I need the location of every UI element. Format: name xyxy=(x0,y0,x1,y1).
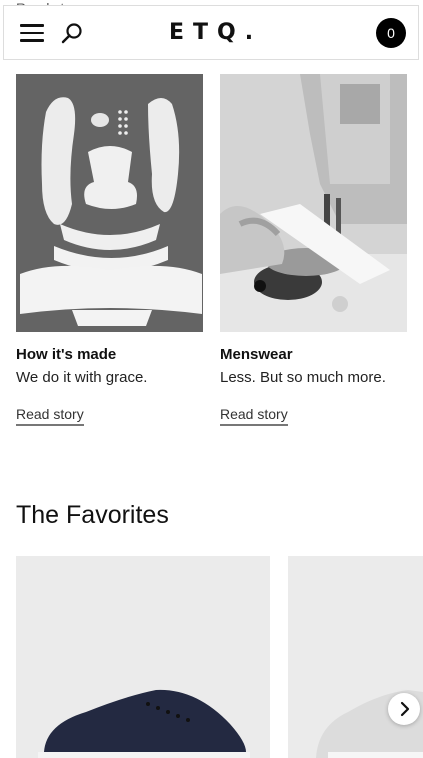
product-image-white-sneaker[interactable] xyxy=(288,556,423,758)
read-story-link[interactable]: Read story xyxy=(220,406,288,426)
product-card[interactable] xyxy=(288,556,423,758)
product-card[interactable] xyxy=(16,556,270,758)
cart-count-badge[interactable]: 0 xyxy=(376,18,406,48)
story-card-how-its-made[interactable]: How it's made We do it with grace. Read … xyxy=(16,74,203,426)
search-icon[interactable] xyxy=(60,22,84,46)
story-subtitle: Less. But so much more. xyxy=(220,369,386,386)
product-image-navy-sneaker[interactable] xyxy=(16,556,270,758)
story-card-menswear[interactable]: Menswear Less. But so much more. Read st… xyxy=(220,74,407,426)
story-title: How it's made xyxy=(16,346,117,363)
story-subtitle: We do it with grace. xyxy=(16,369,148,386)
favorites-heading: The Favorites xyxy=(16,501,169,529)
read-story-link[interactable]: Read story xyxy=(16,406,84,426)
story-image-shoe-parts[interactable] xyxy=(16,74,203,332)
etq-logo[interactable]: ETQ. xyxy=(169,20,262,45)
story-title: Menswear xyxy=(220,346,293,363)
chevron-right-icon xyxy=(400,701,410,717)
story-image-sewing-machine[interactable] xyxy=(220,74,407,332)
hamburger-menu-icon[interactable] xyxy=(20,24,44,44)
site-header: ETQ. 0 xyxy=(3,5,419,60)
carousel-next-button[interactable] xyxy=(388,693,420,725)
